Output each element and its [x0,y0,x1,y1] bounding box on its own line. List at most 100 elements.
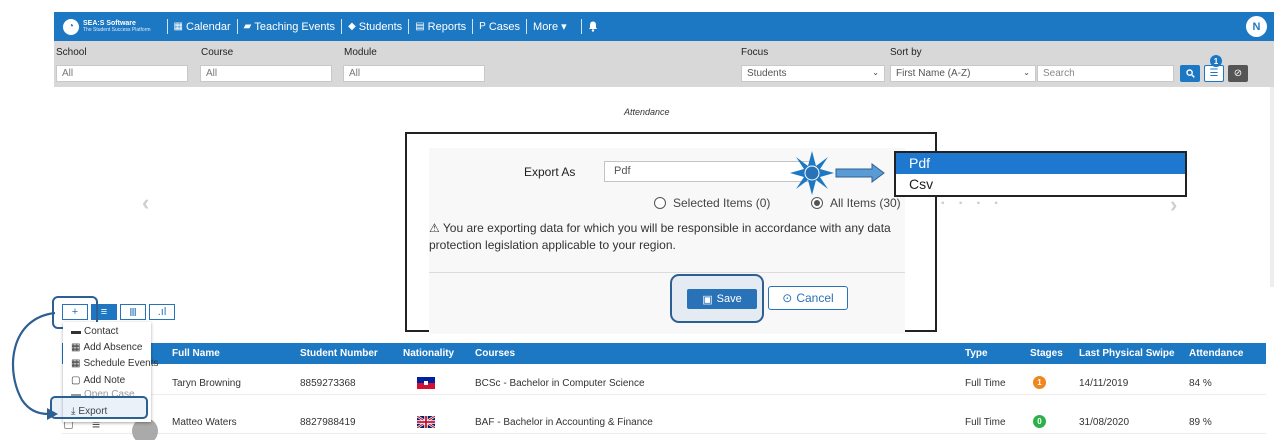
nav-cases-label: Cases [488,20,521,33]
focus-select[interactable]: Students ⌄ [741,65,885,82]
clear-filter-button[interactable]: ⊘ [1228,65,1248,82]
radio-selected-label: Selected Items (0) [673,196,771,210]
stage-badge: 0 [1033,415,1046,428]
filter-bar: School All Course All Module All Focus S… [54,41,1274,87]
school-filter[interactable]: All [56,65,188,82]
col-full-name[interactable]: Full Name [172,348,220,359]
cell-course: BAF - Bachelor in Accounting & Finance [475,417,653,428]
sortby-label: Sort by [890,47,922,58]
nav-students-label: Students [358,20,403,33]
filter-button[interactable]: ☰ [1204,65,1224,82]
radio-all-label: All Items (30) [830,196,901,210]
calendar-icon: ▦ [71,342,81,353]
tutorial-arrow-icon [11,311,58,420]
menu-item-label: Contact [84,326,119,337]
warning-icon: ⚠ [429,221,440,235]
cancel-button[interactable]: ⊙ Cancel [768,286,848,310]
floppy-icon: ▣ [702,293,713,306]
module-label: Module [344,47,377,58]
logo-title: SEA:S Software [83,19,136,27]
dropdown-option-csv[interactable]: Csv [896,174,1185,195]
cell-full-name[interactable]: Matteo Waters [172,417,237,428]
nav-reports[interactable]: ▤ Reports [415,21,466,33]
search-icon [1185,69,1195,78]
sortby-select[interactable]: First Name (A-Z) ⌄ [890,65,1036,82]
nav-calendar[interactable]: ▦ Calendar [174,21,231,33]
nav-separator [166,19,168,34]
search-button[interactable] [1180,65,1200,82]
user-avatar[interactable]: N [1246,16,1267,37]
nav-separator [472,19,474,34]
col-courses[interactable]: Courses [475,348,515,359]
app-logo[interactable]: ◔ SEA:S Software The Student Success Pla… [63,18,151,35]
col-type[interactable]: Type [965,348,988,359]
menu-item-label: Add Note [83,375,126,386]
columns-icon: Ⅲ [129,306,137,319]
radio-button-checked[interactable] [811,197,823,209]
menu-item-add-absence[interactable]: ▦ Add Absence [71,342,142,353]
col-attendance[interactable]: Attendance [1189,348,1243,359]
callout-arrow-icon [835,163,885,183]
nav-separator [341,19,343,34]
calendar-icon: ▦ [71,358,81,369]
menu-item-schedule-events[interactable]: ▦ Schedule Events [71,358,159,369]
nav-teaching-events-label: Teaching Events [254,20,336,33]
export-modal: Export As Pdf Selected Items (0) All Ite… [405,132,937,334]
data-protection-warning: ⚠ You are exporting data for which you w… [429,220,899,254]
col-nationality[interactable]: Nationality [403,348,454,359]
cases-icon: P [479,21,486,32]
menu-item-contact[interactable]: ▬ Contact [71,326,118,337]
bar-chart-icon: .ıl [157,306,167,318]
page-scrollbar[interactable] [1270,87,1274,287]
course-filter[interactable]: All [200,65,332,82]
ban-icon: ⊘ [1233,68,1243,79]
menu-item-add-note[interactable]: ▢ Add Note [71,375,125,386]
radio-button[interactable] [654,197,666,209]
col-last-swipe[interactable]: Last Physical Swipe [1079,348,1175,359]
dropdown-option-pdf[interactable]: Pdf [896,153,1185,174]
nav-students[interactable]: ◆ Students [348,21,402,33]
menu-item-label: Schedule Events [83,358,159,369]
save-button[interactable]: ▣ Save [687,289,757,309]
logo-icon: ◔ [63,18,79,35]
top-navbar: ◔ SEA:S Software The Student Success Pla… [54,12,1274,41]
graduation-cap-icon: ◆ [348,21,356,32]
radio-selected-items[interactable]: Selected Items (0) [654,196,770,210]
nav-teaching-events[interactable]: ▰ Teaching Events [244,21,335,33]
filter-icon: ☰ [1209,68,1219,79]
course-label: Course [201,47,234,58]
cell-student-number: 8827988419 [300,417,356,428]
save-label: Save [716,293,742,305]
teaching-icon: ▰ [243,21,252,32]
export-format-dropdown: Pdf Csv [894,151,1187,197]
focus-label: Focus [741,47,769,58]
table-header: Full Name Student Number Nationality Cou… [62,343,1266,364]
table-row[interactable]: ≡ Matteo Waters 8827988419 BAF - Bachelo… [62,410,1266,440]
carousel-prev-icon[interactable]: ‹ [142,190,149,216]
export-format-select[interactable]: Pdf [604,161,814,182]
nav-separator [526,19,528,34]
search-input[interactable]: Search [1037,65,1174,82]
nav-cases[interactable]: P Cases [479,21,520,33]
sortby-value: First Name (A-Z) [896,68,971,79]
chevron-down-icon: ⌄ [1023,68,1030,77]
column-view-button[interactable]: Ⅲ [120,304,146,320]
nav-calendar-label: Calendar [186,20,231,33]
menu-item-label: Add Absence [83,342,143,353]
col-stages[interactable]: Stages [1030,348,1063,359]
cell-full-name[interactable]: Taryn Browning [172,378,241,389]
notifications-button[interactable] [588,21,598,32]
warning-text: You are exporting data for which you wil… [429,221,891,252]
chart-view-button[interactable]: .ıl [149,304,175,320]
module-filter[interactable]: All [343,65,485,82]
table-row[interactable]: Taryn Browning 8859273368 BCSc - Bachelo… [62,371,1266,395]
cell-student-number: 8859273368 [300,378,356,389]
cell-type: Full Time [965,378,1006,389]
starburst-icon [790,151,834,195]
report-icon: ▤ [415,21,425,32]
radio-all-items[interactable]: All Items (30) [811,196,901,210]
col-student-number[interactable]: Student Number [300,348,378,359]
nav-more[interactable]: More ▾ [533,20,567,33]
cell-last-swipe: 31/08/2020 [1079,417,1130,428]
nav-separator [408,19,410,34]
